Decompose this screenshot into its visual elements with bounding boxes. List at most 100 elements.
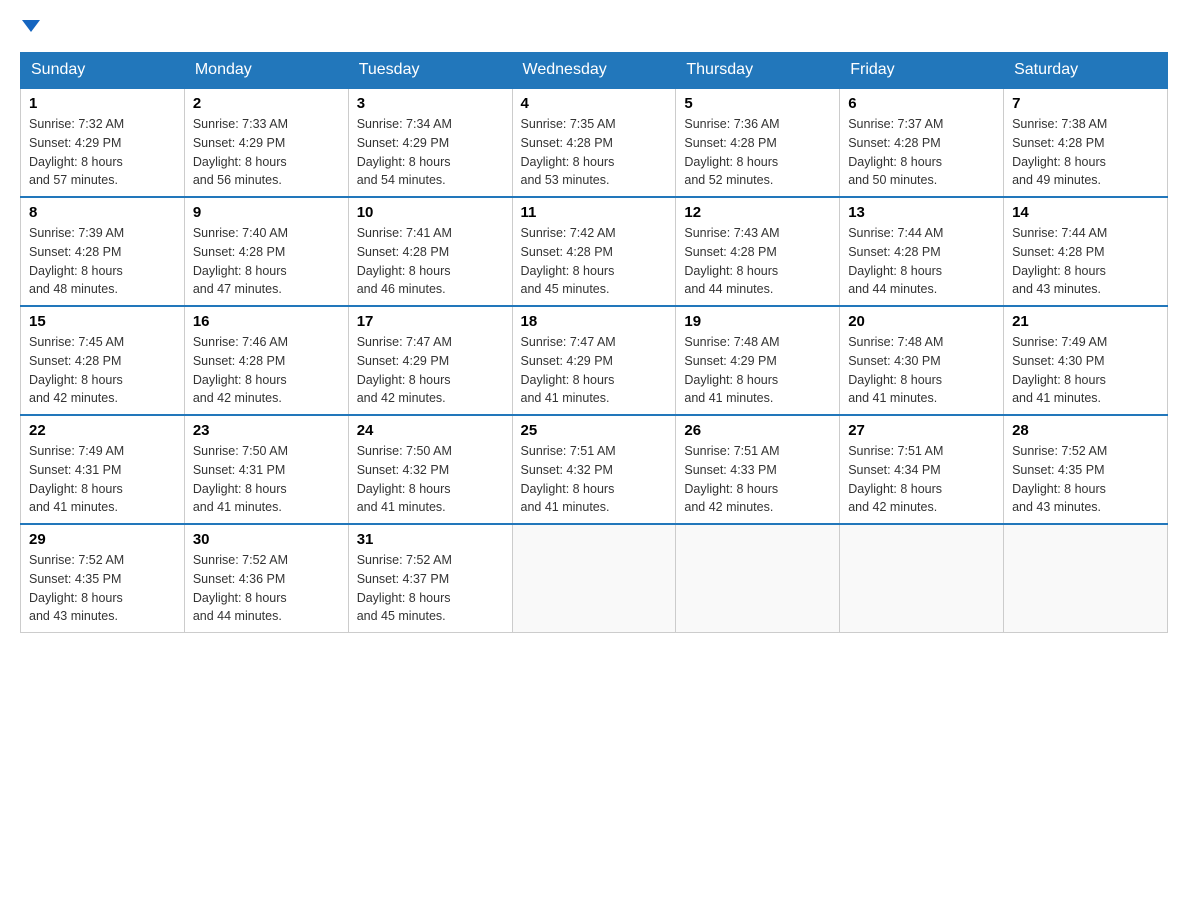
day-info: Sunrise: 7:48 AMSunset: 4:29 PMDaylight:…: [684, 333, 831, 408]
day-number: 30: [193, 531, 340, 548]
day-number: 15: [29, 313, 176, 330]
calendar-col-header: Friday: [840, 53, 1004, 89]
day-number: 28: [1012, 422, 1159, 439]
calendar-cell: 31 Sunrise: 7:52 AMSunset: 4:37 PMDayligh…: [348, 524, 512, 633]
calendar-cell: 30 Sunrise: 7:52 AMSunset: 4:36 PMDayligh…: [184, 524, 348, 633]
day-info: Sunrise: 7:47 AMSunset: 4:29 PMDaylight:…: [357, 333, 504, 408]
day-info: Sunrise: 7:50 AMSunset: 4:32 PMDaylight:…: [357, 442, 504, 517]
calendar-cell: 14 Sunrise: 7:44 AMSunset: 4:28 PMDayligh…: [1004, 197, 1168, 306]
day-number: 2: [193, 95, 340, 112]
calendar-cell: 18 Sunrise: 7:47 AMSunset: 4:29 PMDayligh…: [512, 306, 676, 415]
day-number: 29: [29, 531, 176, 548]
day-number: 4: [521, 95, 668, 112]
day-info: Sunrise: 7:39 AMSunset: 4:28 PMDaylight:…: [29, 224, 176, 299]
day-number: 7: [1012, 95, 1159, 112]
day-number: 21: [1012, 313, 1159, 330]
day-info: Sunrise: 7:36 AMSunset: 4:28 PMDaylight:…: [684, 115, 831, 190]
calendar-cell: 4 Sunrise: 7:35 AMSunset: 4:28 PMDaylight…: [512, 88, 676, 197]
day-info: Sunrise: 7:50 AMSunset: 4:31 PMDaylight:…: [193, 442, 340, 517]
day-info: Sunrise: 7:52 AMSunset: 4:35 PMDaylight:…: [29, 551, 176, 626]
calendar-cell: 13 Sunrise: 7:44 AMSunset: 4:28 PMDayligh…: [840, 197, 1004, 306]
day-info: Sunrise: 7:51 AMSunset: 4:34 PMDaylight:…: [848, 442, 995, 517]
day-info: Sunrise: 7:37 AMSunset: 4:28 PMDaylight:…: [848, 115, 995, 190]
day-number: 25: [521, 422, 668, 439]
day-info: Sunrise: 7:44 AMSunset: 4:28 PMDaylight:…: [1012, 224, 1159, 299]
day-info: Sunrise: 7:33 AMSunset: 4:29 PMDaylight:…: [193, 115, 340, 190]
day-info: Sunrise: 7:44 AMSunset: 4:28 PMDaylight:…: [848, 224, 995, 299]
calendar-col-header: Wednesday: [512, 53, 676, 89]
day-number: 10: [357, 204, 504, 221]
calendar-col-header: Monday: [184, 53, 348, 89]
calendar-cell: 3 Sunrise: 7:34 AMSunset: 4:29 PMDaylight…: [348, 88, 512, 197]
day-number: 3: [357, 95, 504, 112]
day-info: Sunrise: 7:40 AMSunset: 4:28 PMDaylight:…: [193, 224, 340, 299]
calendar-cell: 28Sunrise: 7:52 AMSunset: 4:35 PMDayligh…: [1004, 415, 1168, 524]
day-number: 1: [29, 95, 176, 112]
calendar-cell: 10Sunrise: 7:41 AMSunset: 4:28 PMDayligh…: [348, 197, 512, 306]
calendar-header-row: SundayMondayTuesdayWednesdayThursdayFrid…: [21, 53, 1168, 89]
day-number: 8: [29, 204, 176, 221]
day-number: 20: [848, 313, 995, 330]
calendar-cell: 16 Sunrise: 7:46 AMSunset: 4:28 PMDayligh…: [184, 306, 348, 415]
calendar-cell: [840, 524, 1004, 633]
calendar-cell: [676, 524, 840, 633]
calendar-week-row: 22Sunrise: 7:49 AMSunset: 4:31 PMDayligh…: [21, 415, 1168, 524]
day-info: Sunrise: 7:46 AMSunset: 4:28 PMDaylight:…: [193, 333, 340, 408]
day-number: 19: [684, 313, 831, 330]
calendar-week-row: 1Sunrise: 7:32 AMSunset: 4:29 PMDaylight…: [21, 88, 1168, 197]
calendar-cell: 8 Sunrise: 7:39 AMSunset: 4:28 PMDaylight…: [21, 197, 185, 306]
calendar-col-header: Sunday: [21, 53, 185, 89]
day-number: 14: [1012, 204, 1159, 221]
day-info: Sunrise: 7:51 AMSunset: 4:33 PMDaylight:…: [684, 442, 831, 517]
calendar-col-header: Thursday: [676, 53, 840, 89]
day-info: Sunrise: 7:52 AMSunset: 4:37 PMDaylight:…: [357, 551, 504, 626]
calendar-cell: 9Sunrise: 7:40 AMSunset: 4:28 PMDaylight…: [184, 197, 348, 306]
day-number: 6: [848, 95, 995, 112]
day-info: Sunrise: 7:49 AMSunset: 4:30 PMDaylight:…: [1012, 333, 1159, 408]
logo-triangle-icon: [22, 20, 40, 32]
day-number: 26: [684, 422, 831, 439]
day-number: 23: [193, 422, 340, 439]
day-number: 18: [521, 313, 668, 330]
calendar-cell: 23 Sunrise: 7:50 AMSunset: 4:31 PMDayligh…: [184, 415, 348, 524]
calendar-cell: 19 Sunrise: 7:48 AMSunset: 4:29 PMDayligh…: [676, 306, 840, 415]
calendar-table: SundayMondayTuesdayWednesdayThursdayFrid…: [20, 52, 1168, 633]
calendar-col-header: Tuesday: [348, 53, 512, 89]
calendar-cell: 27 Sunrise: 7:51 AMSunset: 4:34 PMDayligh…: [840, 415, 1004, 524]
calendar-cell: [512, 524, 676, 633]
calendar-cell: 21 Sunrise: 7:49 AMSunset: 4:30 PMDayligh…: [1004, 306, 1168, 415]
day-info: Sunrise: 7:47 AMSunset: 4:29 PMDaylight:…: [521, 333, 668, 408]
calendar-cell: 25 Sunrise: 7:51 AMSunset: 4:32 PMDayligh…: [512, 415, 676, 524]
day-info: Sunrise: 7:52 AMSunset: 4:36 PMDaylight:…: [193, 551, 340, 626]
calendar-cell: 1Sunrise: 7:32 AMSunset: 4:29 PMDaylight…: [21, 88, 185, 197]
day-number: 5: [684, 95, 831, 112]
calendar-cell: 24 Sunrise: 7:50 AMSunset: 4:32 PMDayligh…: [348, 415, 512, 524]
calendar-cell: 2 Sunrise: 7:33 AMSunset: 4:29 PMDaylight…: [184, 88, 348, 197]
calendar-cell: 7Sunrise: 7:38 AMSunset: 4:28 PMDaylight…: [1004, 88, 1168, 197]
day-info: Sunrise: 7:35 AMSunset: 4:28 PMDaylight:…: [521, 115, 668, 190]
calendar-cell: 11 Sunrise: 7:42 AMSunset: 4:28 PMDayligh…: [512, 197, 676, 306]
calendar-cell: 6 Sunrise: 7:37 AMSunset: 4:28 PMDaylight…: [840, 88, 1004, 197]
day-info: Sunrise: 7:42 AMSunset: 4:28 PMDaylight:…: [521, 224, 668, 299]
day-info: Sunrise: 7:49 AMSunset: 4:31 PMDaylight:…: [29, 442, 176, 517]
calendar-cell: 26 Sunrise: 7:51 AMSunset: 4:33 PMDayligh…: [676, 415, 840, 524]
day-info: Sunrise: 7:34 AMSunset: 4:29 PMDaylight:…: [357, 115, 504, 190]
calendar-cell: 17Sunrise: 7:47 AMSunset: 4:29 PMDayligh…: [348, 306, 512, 415]
day-info: Sunrise: 7:51 AMSunset: 4:32 PMDaylight:…: [521, 442, 668, 517]
logo: [20, 20, 40, 32]
calendar-cell: 15 Sunrise: 7:45 AMSunset: 4:28 PMDayligh…: [21, 306, 185, 415]
day-info: Sunrise: 7:43 AMSunset: 4:28 PMDaylight:…: [684, 224, 831, 299]
calendar-col-header: Saturday: [1004, 53, 1168, 89]
day-info: Sunrise: 7:48 AMSunset: 4:30 PMDaylight:…: [848, 333, 995, 408]
day-number: 16: [193, 313, 340, 330]
calendar-cell: 12Sunrise: 7:43 AMSunset: 4:28 PMDayligh…: [676, 197, 840, 306]
day-number: 27: [848, 422, 995, 439]
day-number: 31: [357, 531, 504, 548]
page-header: [20, 20, 1168, 32]
calendar-cell: [1004, 524, 1168, 633]
calendar-week-row: 8 Sunrise: 7:39 AMSunset: 4:28 PMDaylight…: [21, 197, 1168, 306]
day-number: 11: [521, 204, 668, 221]
day-number: 13: [848, 204, 995, 221]
day-info: Sunrise: 7:45 AMSunset: 4:28 PMDaylight:…: [29, 333, 176, 408]
day-number: 24: [357, 422, 504, 439]
